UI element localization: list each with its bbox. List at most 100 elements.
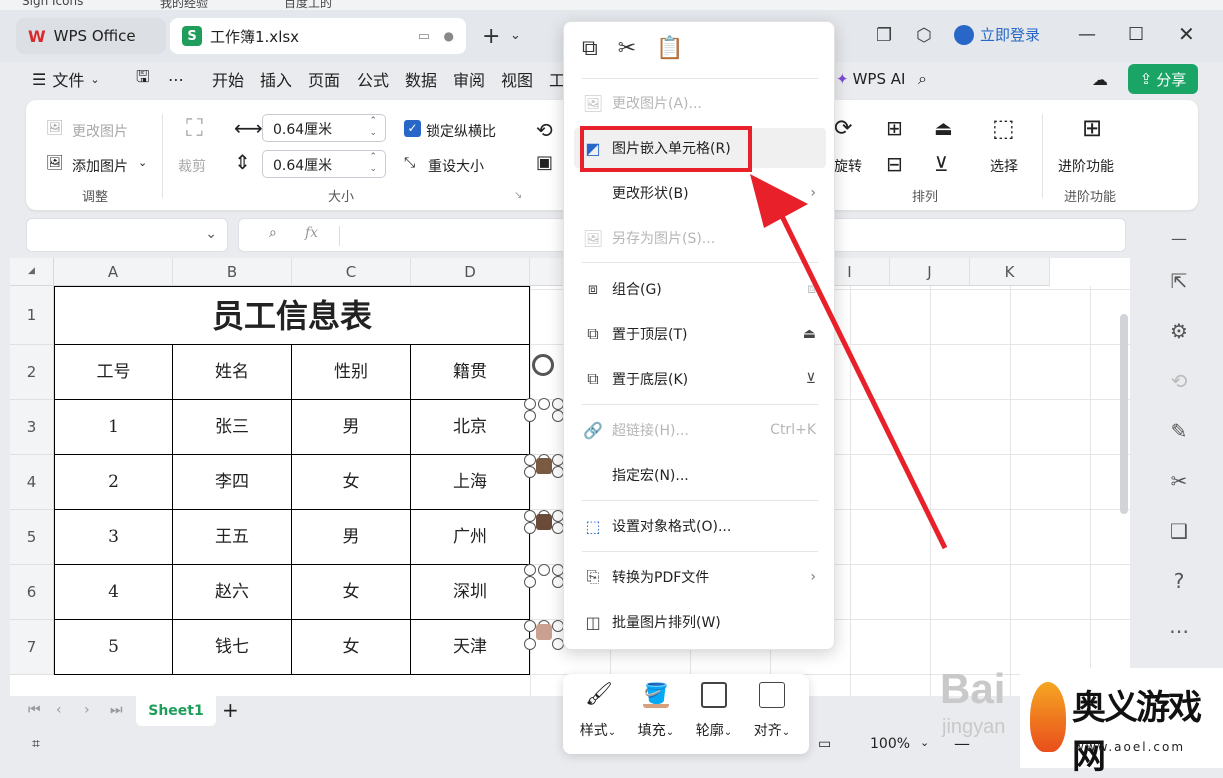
tab-workbook[interactable]: S 工作簿1.xlsx ▭ ●: [170, 18, 466, 54]
effect-icon[interactable]: ⟲: [536, 118, 553, 142]
more-icon[interactable]: ⋯: [168, 70, 184, 89]
selected-images[interactable]: [524, 398, 564, 652]
header-cell[interactable]: 性别: [292, 345, 411, 400]
column-header[interactable]: D: [411, 258, 530, 286]
menu-item-start[interactable]: 开始: [212, 67, 244, 91]
chevron-down-icon[interactable]: ⌄: [510, 28, 521, 43]
table-cell[interactable]: 李四: [173, 455, 292, 510]
table-cell[interactable]: 上海: [411, 455, 530, 510]
header-cell[interactable]: 姓名: [173, 345, 292, 400]
table-cell[interactable]: 张三: [173, 400, 292, 455]
vertical-scrollbar[interactable]: [1120, 314, 1128, 514]
select-all-corner[interactable]: ◢: [10, 258, 54, 286]
table-cell[interactable]: 深圳: [411, 565, 530, 620]
dot-icon[interactable]: ●: [444, 29, 454, 43]
rotate-handle-icon[interactable]: [532, 354, 554, 376]
chevron-down-icon[interactable]: ⌄: [138, 156, 147, 169]
column-header[interactable]: A: [54, 258, 173, 286]
file-menu[interactable]: ☰ 文件 ⌄: [32, 67, 100, 91]
dialog-launcher-icon[interactable]: ↘: [514, 190, 522, 201]
reset-size-button[interactable]: 重设大小: [428, 156, 484, 176]
bookmark-item[interactable]: 我的经验: [160, 0, 208, 10]
table-cell[interactable]: 女: [292, 565, 411, 620]
search-icon[interactable]: ⌕: [918, 69, 927, 89]
row-header[interactable]: 6: [10, 565, 54, 620]
header-cell[interactable]: 工号: [54, 345, 173, 400]
style-button[interactable]: 🖌 样式⌄: [569, 682, 627, 740]
add-image-button[interactable]: 添加图片: [72, 156, 128, 176]
bookmark-item[interactable]: 百度工的: [284, 0, 332, 10]
cut-icon[interactable]: ✂: [618, 36, 636, 61]
menu-item-convert-pdf[interactable]: ⎘ 转换为PDF文件 ›: [564, 557, 834, 597]
header-cell[interactable]: 籍贯: [411, 345, 530, 400]
outline-button[interactable]: 轮廓⌄: [685, 682, 743, 740]
tools-icon[interactable]: ✂: [1166, 468, 1192, 494]
row-header[interactable]: 5: [10, 510, 54, 565]
table-cell[interactable]: 北京: [411, 400, 530, 455]
help-icon[interactable]: ?: [1166, 568, 1192, 594]
settings-sliders-icon[interactable]: ⚙: [1166, 318, 1192, 344]
more-icon[interactable]: ⋯: [1166, 618, 1192, 644]
column-header[interactable]: B: [173, 258, 292, 286]
zoom-level[interactable]: 100%: [870, 736, 910, 752]
add-sheet-button[interactable]: +: [222, 698, 239, 722]
chevron-down-icon[interactable]: ⌄: [920, 736, 929, 749]
copy-icon[interactable]: ⧉: [582, 36, 598, 61]
paste-icon[interactable]: 📋: [656, 36, 683, 61]
cube-icon[interactable]: ⬡: [916, 25, 932, 46]
height-input[interactable]: 0.64厘米: [262, 150, 386, 178]
book-icon[interactable]: ❑: [1166, 518, 1192, 544]
table-cell[interactable]: 2: [54, 455, 173, 510]
table-cell[interactable]: 3: [54, 510, 173, 565]
menu-item-insert[interactable]: 插入: [260, 67, 292, 91]
chevron-down-icon[interactable]: ⌄: [205, 226, 217, 242]
table-cell[interactable]: 女: [292, 455, 411, 510]
title-cell[interactable]: 员工信息表: [54, 286, 530, 345]
wps-ai-button[interactable]: ✦ WPS AI: [836, 70, 905, 88]
menu-item-data[interactable]: 数据: [405, 67, 437, 91]
zoom-icon[interactable]: ⌕: [269, 225, 277, 241]
tab-wps-office[interactable]: W WPS Office: [16, 18, 166, 54]
row-header[interactable]: 3: [10, 400, 54, 455]
macro-icon[interactable]: ⌗: [32, 736, 40, 752]
crop-button[interactable]: 裁剪: [178, 156, 206, 176]
row-header[interactable]: 1: [10, 286, 54, 345]
new-tab-button[interactable]: +: [482, 24, 500, 49]
table-cell[interactable]: 5: [54, 620, 173, 675]
table-cell[interactable]: 钱七: [173, 620, 292, 675]
table-cell[interactable]: 女: [292, 620, 411, 675]
fx-icon[interactable]: fx: [305, 225, 318, 241]
save-icon[interactable]: 🖫: [136, 66, 150, 93]
close-button[interactable]: ✕: [1178, 22, 1195, 46]
minimize-button[interactable]: —: [1078, 24, 1096, 45]
menu-item-change-image[interactable]: 🖼 更改图片(A)...: [564, 83, 834, 123]
table-cell[interactable]: 赵六: [173, 565, 292, 620]
last-sheet-icon[interactable]: ⏭: [110, 702, 123, 718]
next-sheet-icon[interactable]: ›: [84, 702, 90, 718]
cloud-icon[interactable]: ☁: [1092, 70, 1108, 89]
share-button[interactable]: ⇪ 分享: [1128, 64, 1198, 94]
table-cell[interactable]: 1: [54, 400, 173, 455]
menu-item-batch-arrange[interactable]: ◫ 批量图片排列(W): [564, 602, 834, 642]
change-image-button[interactable]: 更改图片: [72, 121, 128, 141]
monitor-icon[interactable]: ▭: [418, 29, 430, 44]
row-header[interactable]: 2: [10, 345, 54, 400]
sheet-tab-sheet1[interactable]: Sheet1: [136, 696, 216, 726]
image-edit-icon[interactable]: ✎: [1166, 418, 1192, 444]
maximize-button[interactable]: ☐: [1128, 24, 1144, 45]
window-mode-icon[interactable]: ❐: [876, 25, 892, 46]
menu-item-page[interactable]: 页面: [308, 67, 340, 91]
crop-rotate-icon[interactable]: ⟲: [1166, 368, 1192, 394]
menu-item-formula[interactable]: 公式: [357, 67, 389, 91]
fill-button[interactable]: 🪣 填充⌄: [627, 682, 685, 740]
row-header[interactable]: 7: [10, 620, 54, 675]
table-cell[interactable]: 男: [292, 400, 411, 455]
table-cell[interactable]: 广州: [411, 510, 530, 565]
first-sheet-icon[interactable]: ⏮: [28, 702, 41, 718]
column-header[interactable]: K: [970, 258, 1050, 286]
cursor-icon[interactable]: ⇱: [1166, 268, 1192, 294]
advanced-button[interactable]: 进阶功能: [1058, 156, 1114, 176]
table-cell[interactable]: 男: [292, 510, 411, 565]
align-button[interactable]: 对齐⌄: [743, 682, 801, 740]
login-button[interactable]: 立即登录: [954, 24, 1040, 45]
